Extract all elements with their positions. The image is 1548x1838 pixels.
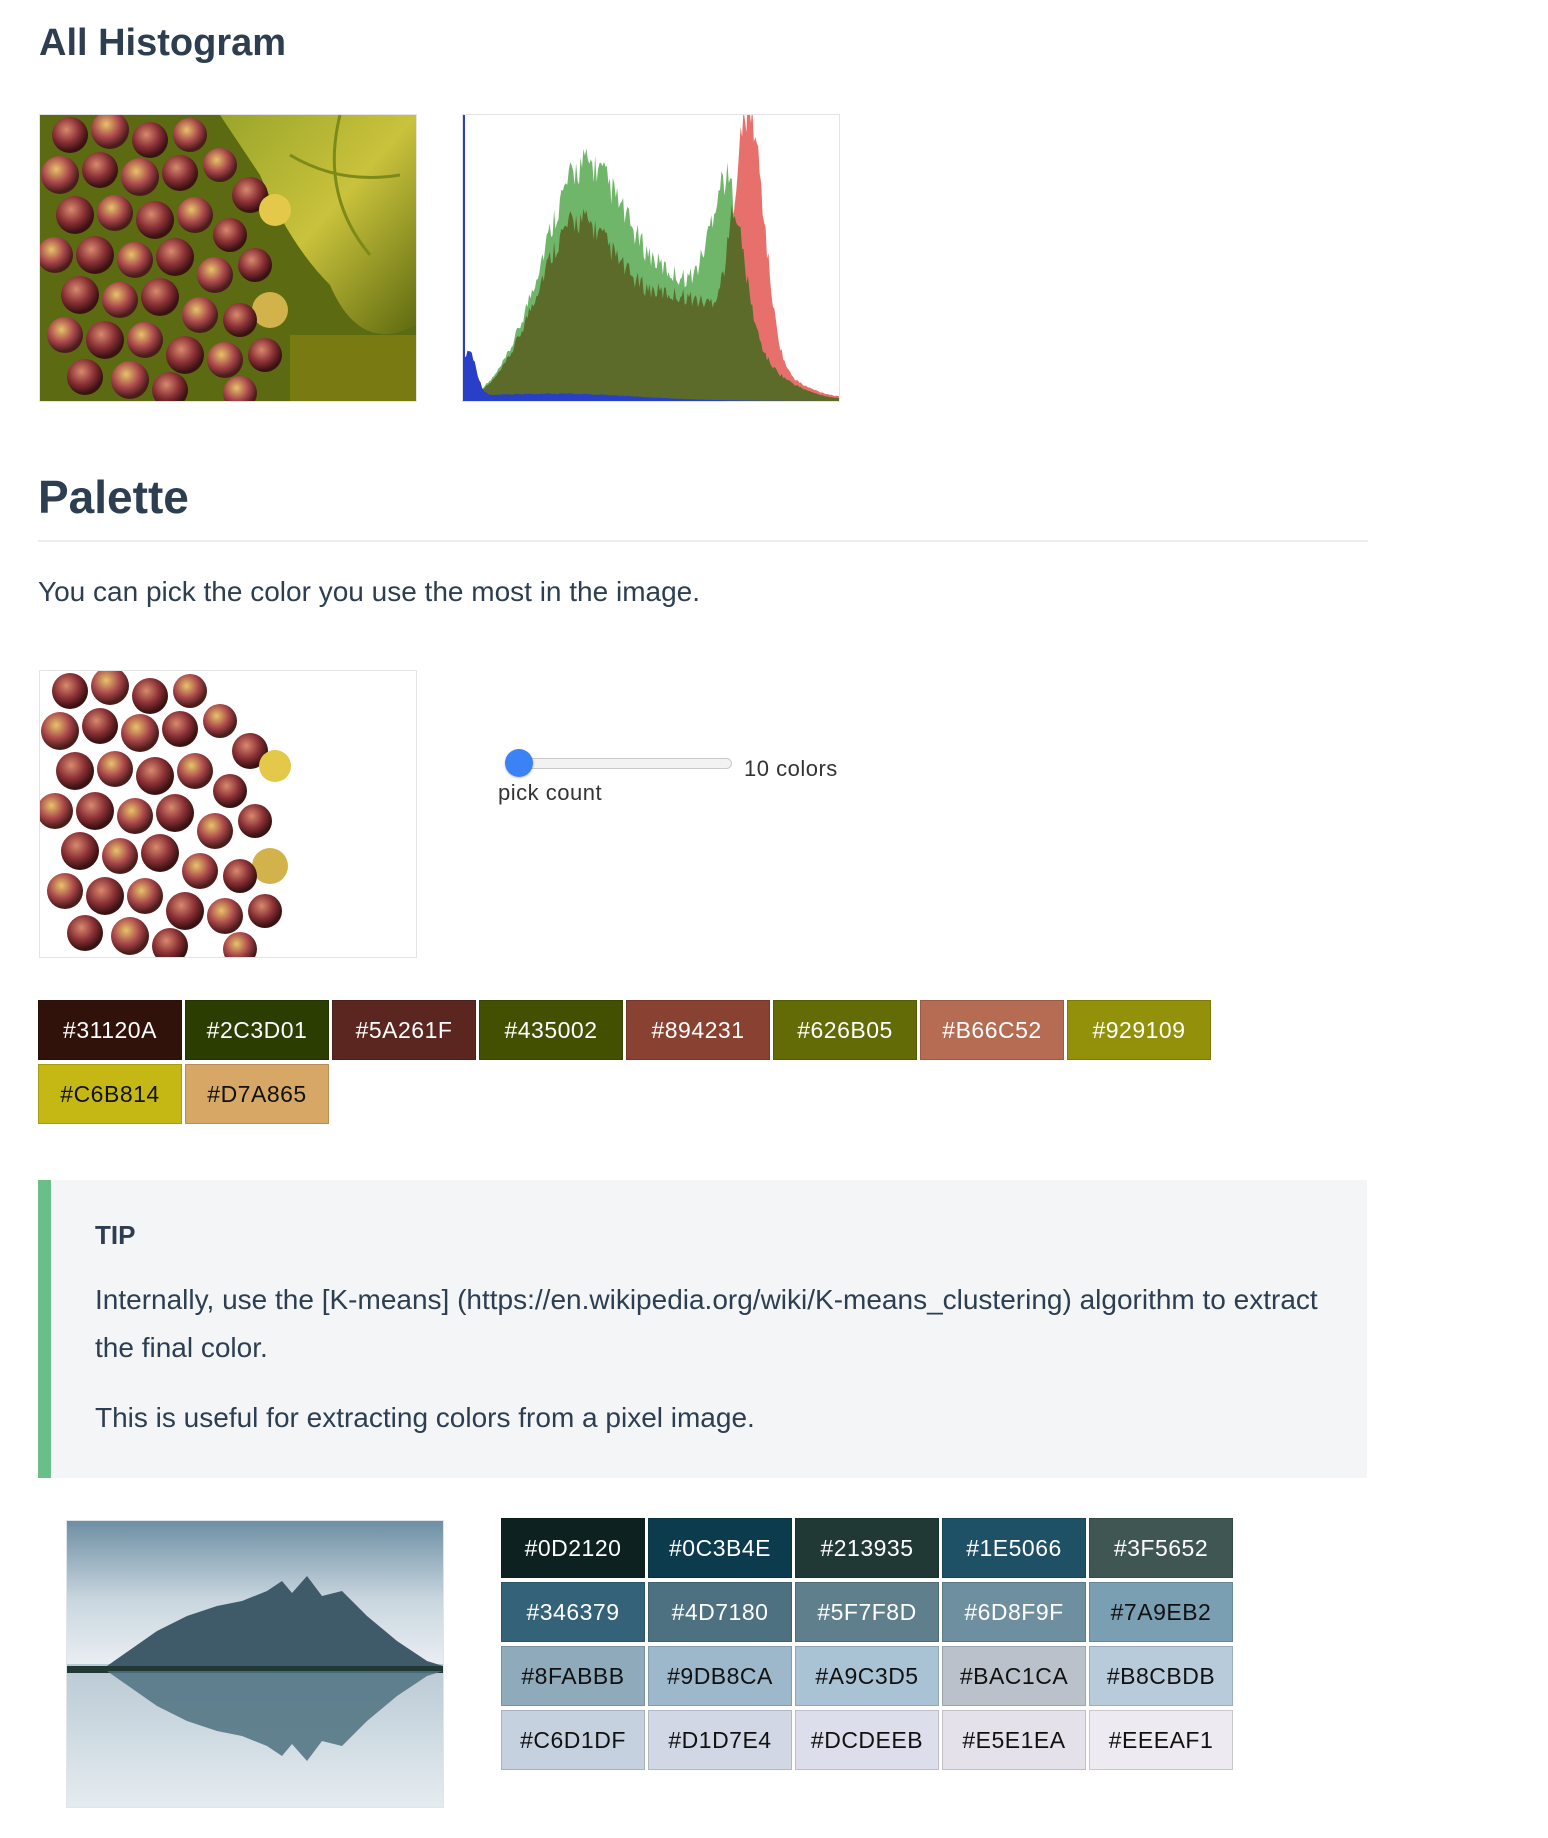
color-swatch[interactable]: #31120A [38, 1000, 182, 1060]
color-swatch[interactable]: #C6D1DF [501, 1710, 645, 1770]
mountain-lake-art [67, 1521, 443, 1807]
palette-section-title: Palette [38, 471, 189, 523]
color-swatch[interactable]: #EEEAF1 [1089, 1710, 1233, 1770]
tip-paragraph: This is useful for extracting colors fro… [95, 1402, 755, 1433]
color-swatch[interactable]: #3F5652 [1089, 1518, 1233, 1578]
histogram-section-title: All Histogram [39, 22, 287, 64]
tip-paragraph: Internally, use the [K-means] (https://e… [95, 1284, 1318, 1363]
mountain-lake-image [66, 1520, 444, 1808]
color-swatch[interactable]: #BAC1CA [942, 1646, 1086, 1706]
color-swatch[interactable]: #5F7F8D [795, 1582, 939, 1642]
slider-track[interactable] [506, 758, 732, 769]
color-swatch[interactable]: #4D7180 [648, 1582, 792, 1642]
color-swatch[interactable]: #E5E1EA [942, 1710, 1086, 1770]
tip-title: TIP [95, 1220, 136, 1250]
color-swatch[interactable]: #B8CBDB [1089, 1646, 1233, 1706]
histogram-chart [462, 114, 840, 402]
pick-count-slider[interactable] [500, 748, 740, 778]
slider-label: pick count [498, 780, 603, 805]
color-swatch[interactable]: #1E5066 [942, 1518, 1086, 1578]
color-swatch[interactable]: #894231 [626, 1000, 770, 1060]
color-swatch[interactable]: #A9C3D5 [795, 1646, 939, 1706]
grapes-image [39, 114, 417, 402]
color-swatch[interactable]: #D1D7E4 [648, 1710, 792, 1770]
histogram-chart-svg [463, 115, 839, 401]
color-swatch[interactable]: #DCDEEB [795, 1710, 939, 1770]
color-swatch[interactable]: #B66C52 [920, 1000, 1064, 1060]
color-swatch[interactable]: #5A261F [332, 1000, 476, 1060]
color-swatch[interactable]: #0C3B4E [648, 1518, 792, 1578]
color-swatch[interactable]: #D7A865 [185, 1064, 329, 1124]
color-swatch[interactable]: #929109 [1067, 1000, 1211, 1060]
color-swatch[interactable]: #626B05 [773, 1000, 917, 1060]
color-swatch[interactable]: #0D2120 [501, 1518, 645, 1578]
color-swatch[interactable]: #C6B814 [38, 1064, 182, 1124]
grapes-image-art [40, 115, 416, 401]
slider-value-text: 10 colors [744, 756, 838, 781]
color-swatch[interactable]: #6D8F9F [942, 1582, 1086, 1642]
color-swatch[interactable]: #8FABBB [501, 1646, 645, 1706]
slider-handle[interactable] [505, 749, 534, 777]
color-swatch[interactable]: #213935 [795, 1518, 939, 1578]
color-swatch[interactable]: #7A9EB2 [1089, 1582, 1233, 1642]
palette-description: You can pick the color you use the most … [38, 576, 701, 607]
color-swatch[interactable]: #9DB8CA [648, 1646, 792, 1706]
palette-grapes-image [39, 670, 417, 958]
color-swatch[interactable]: #435002 [479, 1000, 623, 1060]
color-swatch[interactable]: #346379 [501, 1582, 645, 1642]
section-divider [38, 540, 1368, 542]
color-swatch[interactable]: #2C3D01 [185, 1000, 329, 1060]
